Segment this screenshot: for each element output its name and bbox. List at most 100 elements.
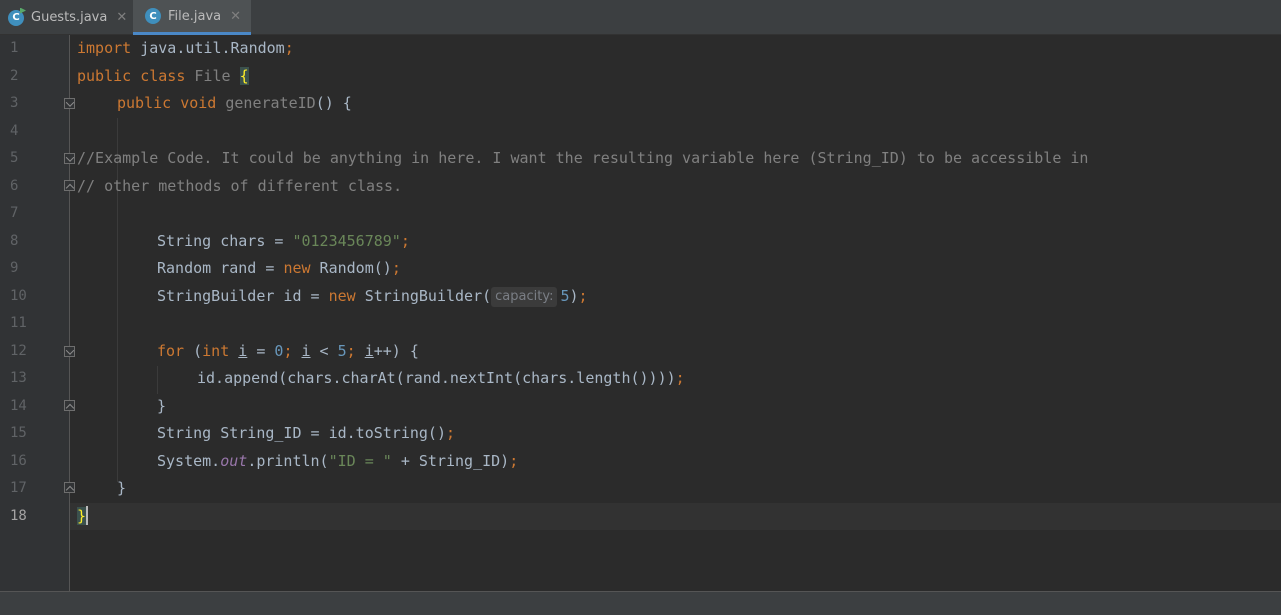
tab-label: File.java: [168, 8, 222, 24]
keyword: for: [157, 342, 185, 360]
code-line-8[interactable]: String chars = "0123456789";: [157, 228, 410, 255]
line-number[interactable]: 16: [10, 448, 40, 475]
line-number[interactable]: 1: [10, 35, 40, 62]
line-number[interactable]: 12: [10, 338, 40, 365]
closing-brace: }: [157, 397, 167, 415]
semicolon: ;: [346, 342, 356, 360]
code-text: Random(): [310, 259, 392, 277]
close-icon[interactable]: ✕: [116, 10, 127, 25]
loop-variable: i: [301, 342, 311, 360]
keyword: void: [180, 94, 217, 112]
semicolon: ;: [509, 452, 519, 470]
code-line-17[interactable]: }: [117, 475, 126, 502]
line-number[interactable]: 5: [10, 145, 40, 172]
ide-window: C Guests.java ✕ C File.java ✕ 1234567891…: [0, 0, 1281, 615]
matched-brace: {: [239, 67, 249, 85]
line-number[interactable]: 6: [10, 173, 40, 200]
line-number[interactable]: 4: [10, 118, 40, 145]
line-number[interactable]: 15: [10, 420, 40, 447]
code-text: String String_ID = id.toString(): [157, 424, 446, 442]
code-line-1[interactable]: import java.util.Random;: [77, 35, 294, 62]
code-line-5[interactable]: //Example Code. It could be anything in …: [77, 145, 1088, 172]
code-text: StringBuilder id =: [157, 287, 329, 305]
code-text: StringBuilder(: [355, 287, 492, 305]
loop-variable: i: [364, 342, 374, 360]
code-text: ): [569, 287, 579, 305]
code-line-3[interactable]: public void generateID() {: [117, 90, 352, 117]
line-number[interactable]: 8: [10, 228, 40, 255]
line-number[interactable]: 7: [10, 200, 40, 227]
matched-brace: }: [77, 507, 87, 525]
code-text: ++) {: [373, 342, 419, 360]
code-text: =: [247, 342, 275, 360]
code-line-12[interactable]: for (int i = 0; i < 5; i++) {: [157, 338, 419, 365]
tab-file-java[interactable]: C File.java ✕: [133, 0, 251, 35]
line-number[interactable]: 3: [10, 90, 40, 117]
icon-letter: C: [149, 10, 157, 22]
keyword: int: [202, 342, 230, 360]
number-literal: 5: [337, 342, 347, 360]
method-name: generateID: [225, 94, 316, 112]
semicolon: ;: [445, 424, 456, 442]
import-path: java.util.Random: [131, 39, 285, 57]
editor-tab-bar: C Guests.java ✕ C File.java ✕: [0, 0, 1281, 35]
line-number[interactable]: 11: [10, 310, 40, 337]
code-line-9[interactable]: Random rand = new Random();: [157, 255, 401, 282]
comment: // other methods of different class.: [77, 177, 403, 195]
comment: //Example Code. It could be anything in …: [77, 149, 1089, 167]
keyword: class: [140, 67, 186, 85]
code-line-2[interactable]: public class File {: [77, 63, 249, 90]
tab-guests-java[interactable]: C Guests.java ✕: [0, 0, 132, 35]
line-number[interactable]: 17: [10, 475, 40, 502]
tab-label: Guests.java: [31, 10, 108, 25]
status-bar: [0, 591, 1281, 615]
icon-letter: C: [12, 12, 20, 23]
semicolon: ;: [284, 39, 294, 57]
code-text: String chars =: [157, 232, 293, 250]
line-number[interactable]: 18: [10, 503, 40, 530]
code-line-18[interactable]: }: [77, 503, 89, 530]
code-text: Random rand =: [157, 259, 284, 277]
line-number[interactable]: 9: [10, 255, 40, 282]
code-line-16[interactable]: System.out.println("ID = " + String_ID);: [157, 448, 518, 475]
code-line-14[interactable]: }: [157, 393, 166, 420]
loop-variable: i: [238, 342, 248, 360]
code-line-10[interactable]: StringBuilder id = new StringBuilder(cap…: [157, 283, 588, 310]
static-field: out: [220, 452, 248, 470]
code-editor[interactable]: [70, 35, 1281, 591]
parameter-hint: capacity:: [491, 287, 558, 307]
line-number[interactable]: 13: [10, 365, 40, 392]
code-text: id.append(chars.charAt(rand.nextInt(char…: [197, 369, 676, 387]
semicolon: ;: [391, 259, 401, 277]
keyword: public: [77, 67, 132, 85]
code-line-6[interactable]: // other methods of different class.: [77, 173, 402, 200]
closing-brace: }: [117, 479, 127, 497]
close-icon[interactable]: ✕: [230, 9, 241, 24]
semicolon: ;: [400, 232, 410, 250]
line-number[interactable]: 2: [10, 63, 40, 90]
code-line-13[interactable]: id.append(chars.charAt(rand.nextInt(char…: [197, 365, 685, 392]
keyword: new: [283, 259, 311, 277]
method-params: () {: [315, 94, 352, 112]
semicolon: ;: [578, 287, 588, 305]
code-text: <: [310, 342, 338, 360]
string-literal: "ID = ": [328, 452, 392, 470]
code-line-15[interactable]: String String_ID = id.toString();: [157, 420, 455, 447]
code-text: + String_ID): [391, 452, 510, 470]
line-number[interactable]: 14: [10, 393, 40, 420]
java-class-icon: C: [145, 8, 161, 24]
java-class-runnable-icon: C: [8, 7, 26, 26]
keyword: new: [328, 287, 356, 305]
line-number[interactable]: 10: [10, 283, 40, 310]
text-caret: [86, 506, 89, 525]
number-literal: 5: [560, 287, 570, 305]
code-text: System.: [157, 452, 221, 470]
code-text: .println(: [247, 452, 329, 470]
keyword: public: [117, 94, 172, 112]
keyword: import: [77, 39, 132, 57]
class-name: File: [194, 67, 231, 85]
semicolon: ;: [675, 369, 685, 387]
